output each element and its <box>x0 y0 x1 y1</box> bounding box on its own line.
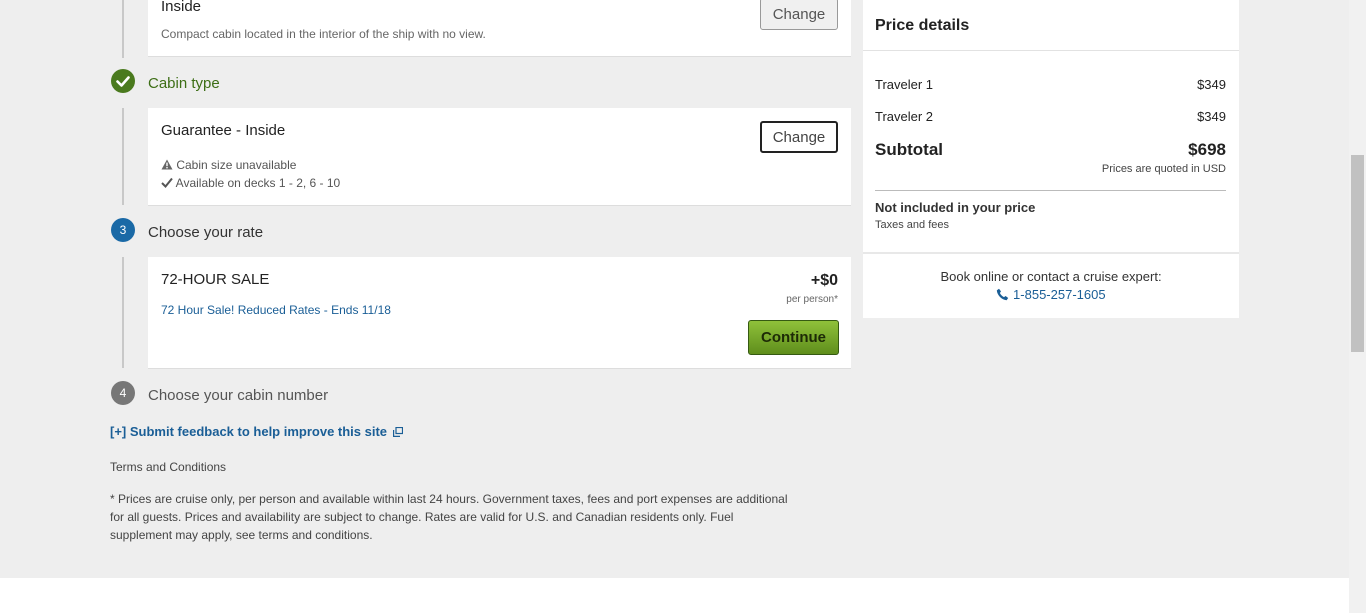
price-details-title: Price details <box>875 17 970 34</box>
price-details-card: Price details Traveler 1 $349 Traveler 2… <box>863 0 1239 318</box>
terms-text: * Prices are cruise only, per person and… <box>110 490 850 544</box>
step-complete-icon <box>111 69 135 93</box>
cabin-note: Available on decks 1 - 2, 6 - 10 <box>161 176 340 190</box>
warning-icon <box>161 159 173 170</box>
page-footer <box>0 578 1349 613</box>
step-label-rate: Choose your rate <box>148 224 264 241</box>
currency-note: Prices are quoted in USD <box>1101 163 1226 175</box>
terms-line: for all guests. Prices and availability … <box>110 510 734 524</box>
not-included-title: Not included in your price <box>875 200 1036 215</box>
timeline-line <box>122 108 124 205</box>
terms-line: supplement may apply, see terms and cond… <box>110 528 373 542</box>
deck-availability-note: Available on decks 1 - 2, 6 - 10 <box>175 176 341 190</box>
feedback-label: Submit feedback to help improve this sit… <box>129 424 388 439</box>
rate-price-note: per person* <box>786 294 838 305</box>
rate-card: 72-HOUR SALE 72 Hour Sale! Reduced Rates… <box>148 257 851 369</box>
room-card: Inside Compact cabin located in the inte… <box>148 0 851 57</box>
promo-link[interactable]: 72 Hour Sale! Reduced Rates - Ends 11/18 <box>161 303 391 317</box>
terms-heading: Terms and Conditions <box>110 460 227 474</box>
continue-button[interactable]: Continue <box>748 320 839 355</box>
scrollbar-thumb[interactable] <box>1351 155 1364 352</box>
cabin-note: Cabin size unavailable <box>161 158 296 172</box>
external-link-icon <box>392 426 403 437</box>
step-label-cabin-type: Cabin type <box>148 75 220 92</box>
step-number-badge: 3 <box>111 218 135 242</box>
divider <box>875 190 1226 191</box>
subtotal-label: Subtotal <box>875 140 943 159</box>
change-cabin-type-button[interactable]: Change <box>760 121 838 153</box>
divider <box>863 50 1239 51</box>
traveler-label: Traveler 1 <box>875 77 934 92</box>
cabin-type-card: Guarantee - Inside Cabin size unavailabl… <box>148 108 851 206</box>
cabin-type-title: Guarantee - Inside <box>161 122 286 139</box>
room-description: Compact cabin located in the interior of… <box>161 27 486 41</box>
step-label-cabin-number: Choose your cabin number <box>148 387 329 404</box>
rate-name: 72-HOUR SALE <box>161 271 270 288</box>
phone-number: 1-855-257-1605 <box>1013 287 1106 302</box>
vertical-scrollbar[interactable] <box>1349 0 1366 613</box>
traveler-label: Traveler 2 <box>875 109 934 124</box>
traveler-price: $349 <box>1197 77 1226 92</box>
phone-icon <box>997 288 1009 301</box>
terms-line: * Prices are cruise only, per person and… <box>110 492 788 506</box>
phone-link[interactable]: 1-855-257-1605 <box>863 287 1239 302</box>
contact-text: Book online or contact a cruise expert: <box>940 269 1162 284</box>
feedback-prefix: [+] <box>110 424 127 439</box>
timeline-line <box>122 257 124 368</box>
step-number-badge: 4 <box>111 381 135 405</box>
rate-price: +$0 <box>810 272 838 289</box>
divider <box>863 252 1239 254</box>
change-room-button[interactable]: Change <box>760 0 838 30</box>
check-icon <box>161 177 173 188</box>
not-included-items: Taxes and fees <box>875 219 949 231</box>
traveler-price: $349 <box>1197 109 1226 124</box>
cabin-size-note: Cabin size unavailable <box>176 158 297 172</box>
subtotal-value: $698 <box>1188 140 1226 159</box>
room-title: Inside <box>161 0 202 15</box>
feedback-link[interactable]: [+] Submit feedback to help improve this… <box>110 424 403 439</box>
timeline-line <box>122 0 124 58</box>
